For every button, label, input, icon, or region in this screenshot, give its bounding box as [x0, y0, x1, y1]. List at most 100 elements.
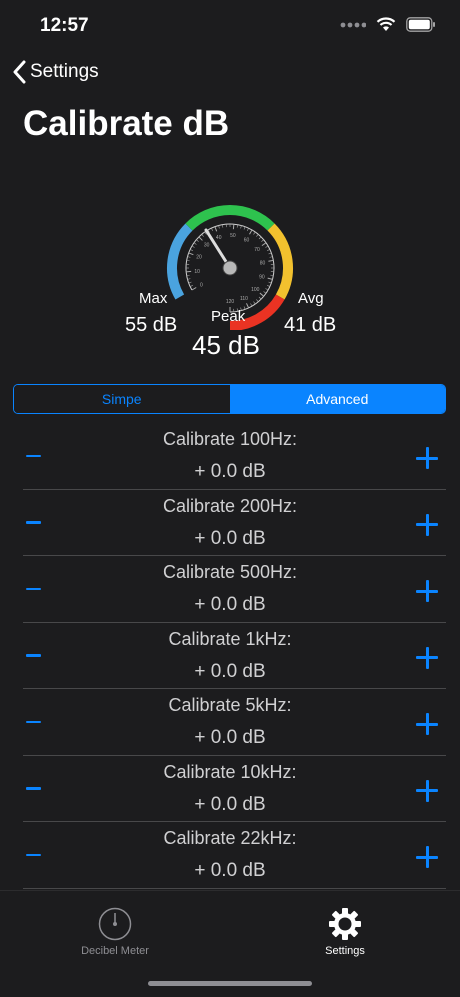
gauge-tick — [199, 237, 203, 241]
gauge-tick — [262, 243, 266, 246]
calibration-value: + 0.0 dB — [0, 860, 460, 882]
gauge-tick-label: 120 — [226, 299, 235, 305]
gauge-tick — [250, 230, 253, 234]
minus-icon — [26, 455, 41, 458]
mode-segmented-control[interactable]: Simpe Advanced — [13, 384, 446, 414]
gauge-tick — [190, 249, 193, 250]
calibration-label: Calibrate 100Hz: — [0, 429, 460, 450]
calibration-value: + 0.0 dB — [0, 794, 460, 816]
gauge-tick — [267, 285, 270, 286]
gauge-tick — [268, 260, 273, 261]
gauge-tick — [211, 228, 212, 231]
meter-icon — [98, 907, 132, 941]
page-title: Calibrate dB — [23, 104, 229, 144]
gauge-tick — [261, 240, 263, 242]
gauge-tick — [267, 249, 270, 250]
calibration-value: + 0.0 dB — [0, 727, 460, 749]
calibration-row: Calibrate 200Hz: + 0.0 dB — [0, 490, 460, 557]
increase-button[interactable] — [416, 846, 438, 868]
battery-icon — [406, 17, 436, 32]
calibration-value: + 0.0 dB — [0, 661, 460, 683]
gauge-tick — [254, 302, 256, 304]
gauge-tick — [264, 292, 266, 294]
calibration-row: Calibrate 10kHz: + 0.0 dB — [0, 756, 460, 823]
gauge-tick-label: 10 — [194, 269, 200, 275]
minus-icon — [26, 721, 41, 724]
gauge-tick — [219, 225, 220, 228]
increase-button[interactable] — [416, 447, 438, 469]
calibration-label: Calibrate 1kHz: — [0, 629, 460, 650]
tab-label-meter: Decibel Meter — [45, 945, 185, 957]
segment-simple[interactable]: Simpe — [14, 385, 230, 413]
gauge-tick — [244, 227, 245, 230]
peak-value: 45 dB — [192, 330, 260, 361]
tab-label-settings: Settings — [275, 945, 415, 957]
gauge-tick — [192, 288, 196, 291]
gear-icon — [328, 907, 362, 941]
calibration-label: Calibrate 22kHz: — [0, 828, 460, 849]
gauge-tick — [260, 293, 264, 296]
calibration-value: + 0.0 dB — [0, 528, 460, 550]
gauge-tick — [196, 240, 198, 242]
minus-icon — [26, 854, 41, 857]
max-value: 55 dB — [125, 314, 177, 337]
back-label: Settings — [30, 61, 99, 83]
calibration-label: Calibrate 200Hz: — [0, 496, 460, 517]
gauge-tick-label: 80 — [260, 260, 266, 266]
increase-button[interactable] — [416, 580, 438, 602]
gauge-tick-label: 20 — [196, 255, 202, 261]
dots-icon — [340, 22, 366, 28]
calibration-row: Calibrate 1kHz: + 0.0 dB — [0, 623, 460, 690]
increase-button[interactable] — [416, 514, 438, 536]
sound-gauge: 0102030405060708090100110120 Max 55 dB A… — [0, 190, 460, 365]
gauge-tick — [187, 279, 190, 280]
status-icons — [340, 17, 436, 32]
gauge-tick — [269, 282, 272, 283]
gauge-hub — [223, 261, 237, 275]
gauge-tick — [187, 275, 190, 276]
gauge-tick-label: 100 — [251, 287, 260, 293]
avg-label: Avg — [298, 290, 324, 307]
increase-button[interactable] — [416, 647, 438, 669]
gauge-tick — [192, 246, 195, 248]
gauge-tick — [268, 278, 273, 279]
calibration-value: + 0.0 dB — [0, 594, 460, 616]
gauge-tick-label: 40 — [216, 235, 222, 241]
minus-icon — [26, 588, 41, 591]
calibration-list: Calibrate 100Hz: + 0.0 dB Calibrate 200H… — [0, 423, 460, 889]
calibration-row: Calibrate 100Hz: + 0.0 dB — [0, 423, 460, 490]
gauge-tick — [246, 303, 248, 308]
tab-decibel-meter[interactable]: Decibel Meter — [45, 907, 185, 957]
calibration-row: Calibrate 500Hz: + 0.0 dB — [0, 556, 460, 623]
calibration-label: Calibrate 10kHz: — [0, 762, 460, 783]
gauge-tick — [266, 289, 269, 291]
calibration-row: Calibrate 5kHz: + 0.0 dB — [0, 689, 460, 756]
tab-settings[interactable]: Settings — [275, 907, 415, 957]
calibration-label: Calibrate 500Hz: — [0, 562, 460, 583]
home-indicator — [148, 981, 312, 986]
increase-button[interactable] — [416, 780, 438, 802]
gauge-tick — [270, 257, 273, 258]
gauge-tick — [259, 237, 261, 239]
gauge-tick — [189, 253, 194, 255]
gauge-tick — [215, 227, 217, 232]
back-button[interactable]: Settings — [12, 60, 99, 84]
gauge-tick — [187, 257, 190, 258]
gauge-tick-label: 0 — [200, 283, 203, 289]
gauge-tick-label: 60 — [244, 237, 250, 243]
gauge-tick — [256, 299, 258, 301]
increase-button[interactable] — [416, 713, 438, 735]
gauge-tick — [256, 234, 258, 236]
gauge-tick — [189, 282, 192, 283]
gauge-tick — [187, 260, 190, 261]
gauge-tick — [254, 232, 256, 234]
status-bar: 12:57 — [0, 0, 460, 50]
calibration-row: Calibrate 22kHz: + 0.0 dB — [0, 822, 460, 889]
wifi-icon — [376, 17, 396, 32]
gauge-tick — [222, 225, 223, 228]
segment-advanced[interactable]: Advanced — [230, 385, 446, 413]
chevron-left-icon — [12, 60, 26, 84]
gauge-tick-label: 110 — [240, 296, 248, 302]
calibration-value: + 0.0 dB — [0, 461, 460, 483]
calibration-label: Calibrate 5kHz: — [0, 695, 460, 716]
